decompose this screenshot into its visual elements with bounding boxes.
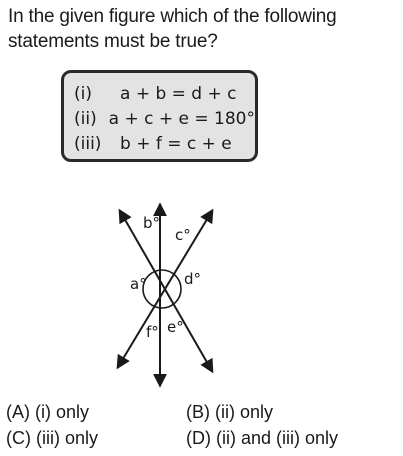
statement-number: (i) bbox=[74, 84, 92, 104]
statement-number: (iii) bbox=[74, 134, 102, 154]
angle-label-e: e° bbox=[167, 318, 184, 336]
option-b[interactable]: (B) (ii) only bbox=[186, 399, 273, 425]
angle-label-a: a° bbox=[130, 275, 147, 293]
question-line-1: In the given figure which of the followi… bbox=[8, 6, 337, 27]
question-text: In the given figure which of the followi… bbox=[8, 4, 400, 54]
statements-box: (i) a + b = d + c (ii) a + c + e = 180° … bbox=[61, 70, 258, 162]
statement-number: (ii) bbox=[74, 109, 97, 129]
statement-3: (iii) b + f = c + e bbox=[74, 132, 255, 157]
angle-label-d: d° bbox=[184, 270, 201, 288]
angle-label-b: b° bbox=[143, 214, 160, 232]
statement-text: a + b = d + c bbox=[120, 84, 237, 104]
statement-text: b + f = c + e bbox=[120, 134, 232, 154]
statement-1: (i) a + b = d + c bbox=[74, 82, 255, 107]
statement-2: (ii) a + c + e = 180° bbox=[74, 107, 255, 132]
angle-label-f: f° bbox=[146, 323, 159, 341]
statement-text: a + c + e = 180° bbox=[108, 109, 255, 129]
angle-arc bbox=[142, 269, 182, 309]
angle-figure: b° c° a° d° f° e° bbox=[116, 202, 214, 388]
option-d[interactable]: (D) (ii) and (iii) only bbox=[186, 425, 338, 451]
angle-label-c: c° bbox=[175, 226, 191, 244]
question-line-2: statements must be true? bbox=[8, 31, 218, 52]
option-a[interactable]: (A) (i) only bbox=[6, 399, 89, 425]
option-c[interactable]: (C) (iii) only bbox=[6, 425, 98, 451]
